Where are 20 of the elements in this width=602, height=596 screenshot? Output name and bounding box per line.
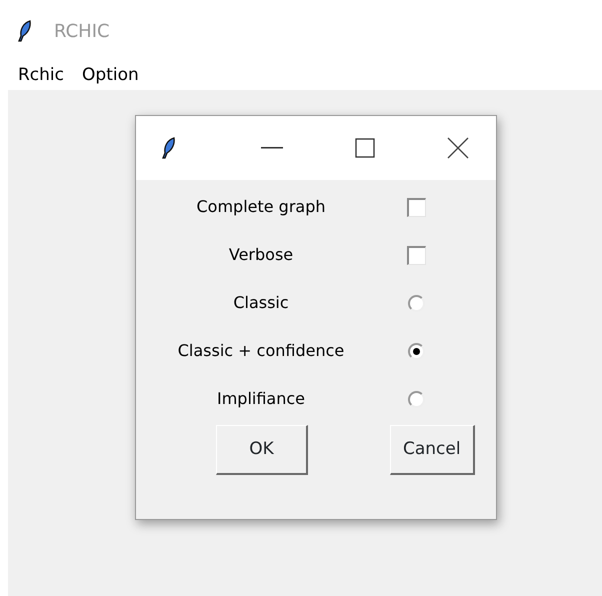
radio-button[interactable] bbox=[408, 390, 424, 408]
option-label: Verbose bbox=[228, 245, 294, 264]
option-label: Complete graph bbox=[196, 197, 326, 216]
option-label: Classic + confidence bbox=[178, 341, 344, 360]
feather-icon bbox=[162, 136, 176, 160]
cancel-button[interactable]: Cancel bbox=[390, 425, 475, 475]
ok-button[interactable]: OK bbox=[216, 425, 308, 475]
close-icon bbox=[447, 137, 469, 159]
option-label: Classic bbox=[233, 293, 289, 312]
maximize-icon bbox=[355, 138, 375, 158]
radio-button[interactable] bbox=[408, 342, 424, 360]
checkbox[interactable] bbox=[406, 246, 426, 264]
radio-button[interactable] bbox=[408, 294, 424, 312]
window-title: RCHIC bbox=[54, 20, 110, 44]
minimize-icon bbox=[261, 147, 283, 149]
option-label: Implifiance bbox=[216, 389, 305, 408]
menu-item[interactable]: Option bbox=[82, 63, 139, 89]
checkbox[interactable] bbox=[406, 198, 426, 216]
menu-item[interactable]: Rchic bbox=[18, 63, 64, 89]
feather-icon bbox=[18, 20, 32, 42]
